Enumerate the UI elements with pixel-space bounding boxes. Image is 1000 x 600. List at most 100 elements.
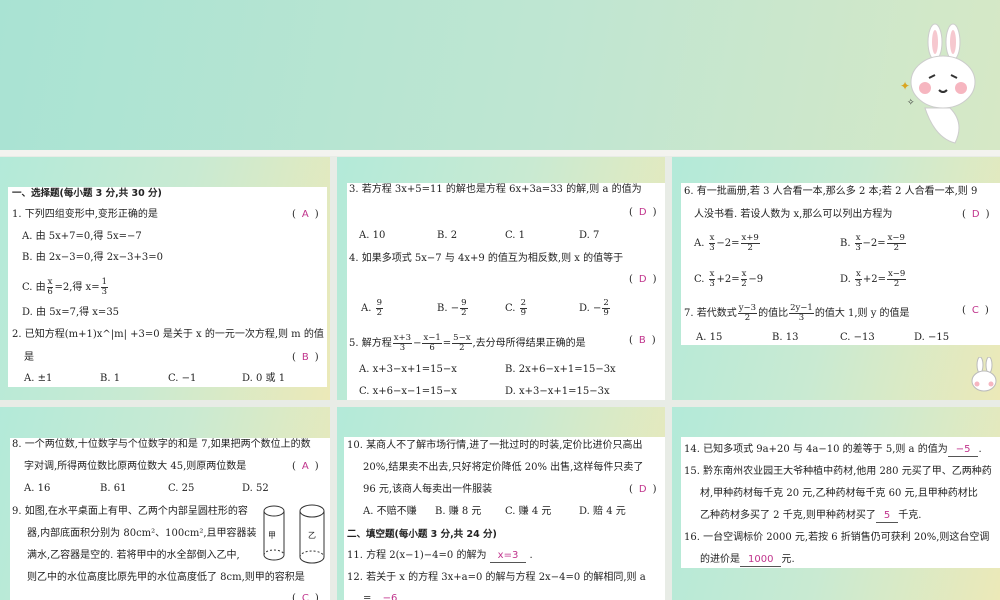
option-b: B. x 3 −2= x−9 2 — [840, 233, 906, 253]
option-a: A. 不赔不赚 — [363, 506, 417, 517]
answer-8: (A) — [292, 461, 319, 472]
option-b: B. 2 — [437, 230, 458, 241]
answer-5: (B) — [629, 335, 656, 346]
option-c: C. 1 — [505, 230, 526, 241]
fraction: x2 — [740, 269, 748, 289]
answer-9: (C) — [292, 593, 319, 600]
answer-11: x=3 — [489, 550, 527, 563]
option-d: D. 0 或 1 — [242, 373, 286, 384]
option-d: D. 赔 4 元 — [579, 506, 626, 517]
option-c: C. −1 — [168, 373, 197, 384]
question-6-line2: 人没书看. 若设人数为 x,那么可以列出方程为 — [694, 209, 893, 220]
answer-4: (D) — [629, 274, 657, 285]
question-14: 14. 已知多项式 9a+20 与 4a−10 的差等于 5,则 a 的值为 −5… — [684, 444, 982, 457]
slide-thumbnail-3[interactable]: 6. 有一批画册,若 3 人合看一本,那么多 2 本;若 2 人合看一本,则 9… — [672, 157, 1000, 400]
option-a: A. x+3−x+1=15−x — [359, 364, 457, 375]
question-9: 9. 如图,在水平桌面上有甲、乙两个内部呈圆柱形的容 — [12, 506, 248, 517]
fraction: 29 — [519, 298, 528, 318]
option-a: A. 10 — [359, 230, 386, 241]
option-b: B. −9 2 — [437, 298, 468, 318]
slide-thumbnail-5[interactable]: 10. 某商人不了解市场行情,进了一批过时的时装,定价比进价只高出 20%,结果… — [337, 407, 665, 600]
question-15-line: 材,甲种药材每千克 20 元,乙种药材每千克 60 元,且甲种药材比 — [700, 488, 978, 499]
option-c: C. x 3 +2= x 2 −9 — [694, 269, 764, 289]
slide-thumbnail-4[interactable]: 8. 一个两位数,十位数字与个位数字的和是 7,如果把两个数位上的数 字对调,所… — [0, 407, 330, 600]
question-16: 16. 一台空调标价 2000 元,若按 6 折销售仍可获利 20%,则这台空调 — [684, 532, 990, 543]
option-a: A. ±1 — [24, 373, 53, 384]
slide-thumbnail-6[interactable]: 14. 已知多项式 9a+20 与 4a−10 的差等于 5,则 a 的值为 −5… — [672, 407, 1000, 600]
fraction: x−9 2 — [886, 269, 907, 289]
question-10-line: 96 元,该商人每卖出一件服装 — [363, 484, 493, 495]
question-4: 4. 如果多项式 5x−7 与 4x+9 的值互为相反数,则 x 的值等于 — [349, 253, 624, 264]
question-2: 2. 已知方程(m+1)x^|m| +3=0 是关于 x 的一元一次方程,则 m… — [12, 329, 324, 340]
fraction: x+9 2 — [740, 233, 760, 253]
bunny-sticker-icon: ✦✧ — [900, 23, 976, 144]
question-5: 5. 解方程 x+3 3− x−1 6 = 5−x 2 ,去分母所得结果正确的是 — [349, 333, 586, 353]
answer-1: (A) — [292, 209, 319, 220]
fraction: x3 — [855, 269, 862, 289]
option-d: D. x 3 +2= x−9 2 — [840, 269, 907, 289]
fraction: x−9 2 — [886, 233, 906, 253]
question-12-line2: = −6 — [363, 592, 405, 600]
figure-label-yi: 乙 — [308, 531, 316, 540]
option-c: C. 赚 4 元 — [505, 506, 552, 517]
question-6: 6. 有一批画册,若 3 人合看一本,那么多 2 本;若 2 人合看一本,则 9 — [684, 186, 978, 197]
option-c: C. x+6−x−1=15−x — [359, 386, 457, 397]
option-a: A. x 3 −2= x+9 2 — [694, 233, 760, 253]
option-d: D. −2 9 — [579, 298, 610, 318]
question-16-line2: 的进价是 1000 元. — [700, 554, 795, 567]
option-d: D. −15 — [914, 332, 950, 343]
option-a: A. 92 — [361, 298, 384, 318]
option-b: B. 1 — [100, 373, 121, 384]
answer-15: 5 — [875, 510, 899, 523]
fraction: x6 — [46, 277, 54, 297]
divider — [0, 150, 1000, 156]
question-7: 7. 若代数式 y−3 2 的值比 2y−1 3 的值大 1,则 y 的值是 — [684, 303, 910, 323]
question-9-line: 则乙中的水位高度比原先甲的水位高度低了 8cm,则甲的容积是 — [27, 572, 305, 583]
option-b: B. 由 2x−3=0,得 2x−3+3=0 — [22, 252, 163, 263]
option-c: C. 由 x 6 =2,得 x= 1 3 — [22, 277, 108, 297]
svg-text:✧: ✧ — [907, 98, 915, 108]
question-15: 15. 黔东南州农业园王大爷种植中药材,他用 280 元买了甲、乙两种药 — [684, 466, 992, 477]
section-title: 二、填空题(每小题 3 分,共 24 分) — [347, 529, 497, 540]
question-15-line3: 乙种药材多买了 2 千克,则甲种药材买了 5 千克. — [700, 510, 922, 523]
fraction: x−1 6 — [422, 333, 442, 353]
option-b: B. 赚 8 元 — [435, 506, 482, 517]
figure-label-jia: 甲 — [268, 531, 276, 540]
option-b: B. 13 — [772, 332, 799, 343]
question-1: 1. 下列四组变形中,变形正确的是 — [12, 209, 158, 220]
fraction: x3 — [708, 269, 716, 289]
option-d: D. 7 — [579, 230, 600, 241]
answer-3: (D) — [629, 207, 657, 218]
question-12: 12. 若关于 x 的方程 3x+a=0 的解与方程 2x−4=0 的解相同,则… — [347, 572, 646, 583]
option-d: D. 52 — [242, 483, 269, 494]
question-8: 8. 一个两位数,十位数字与个位数字的和是 7,如果把两个数位上的数 — [12, 439, 311, 450]
answer-7: (C) — [962, 305, 989, 316]
option-a: A. 16 — [24, 483, 51, 494]
question-10-line: 20%,结果卖不出去,只好将定价降低 20% 出售,这样每件只卖了 — [363, 462, 644, 473]
bunny-icon — [971, 357, 997, 392]
fraction: x+3 3 — [392, 333, 413, 353]
option-d: D. 由 5x=7,得 x=35 — [22, 307, 120, 318]
question-9-line: 器,内部底面积分别为 80cm²、100cm²,且甲容器装 — [27, 528, 257, 539]
svg-text:✦: ✦ — [900, 79, 910, 93]
answer-14: −5 — [947, 444, 979, 457]
fraction: y−3 2 — [737, 303, 758, 323]
fraction: 13 — [100, 277, 108, 297]
slide-thumbnail-1[interactable]: 一、选择题(每小题 3 分,共 30 分) 1. 下列四组变形中,变形正确的是 … — [0, 157, 330, 400]
fraction: 2y−1 3 — [789, 303, 814, 323]
question-3: 3. 若方程 3x+5=11 的解也是方程 6x+3a=33 的解,则 a 的值… — [349, 184, 642, 195]
option-c: C. −13 — [840, 332, 875, 343]
answer-6: (D) — [962, 209, 990, 220]
question-8-line2: 字对调,所得两位数比原两位数大 45,则原两位数是 — [24, 461, 247, 472]
question-2-line2: 是 — [24, 352, 34, 363]
option-b: B. 2x+6−x+1=15−3x — [505, 364, 616, 375]
question-9-line: 满水,乙容器是空的. 若将甲中的水全部倒入乙中, — [27, 550, 240, 561]
answer-12: −6 — [375, 593, 406, 600]
option-a: A. 由 5x+7=0,得 5x=−7 — [22, 231, 142, 242]
fraction: 29 — [602, 298, 610, 318]
option-c: C. 25 — [168, 483, 195, 494]
section-title: 一、选择题(每小题 3 分,共 30 分) — [12, 188, 162, 199]
fraction: 92 — [375, 298, 384, 318]
option-c: C. 29 — [505, 298, 528, 318]
slide-thumbnail-2[interactable]: 3. 若方程 3x+5=11 的解也是方程 6x+3a=33 的解,则 a 的值… — [337, 157, 665, 400]
